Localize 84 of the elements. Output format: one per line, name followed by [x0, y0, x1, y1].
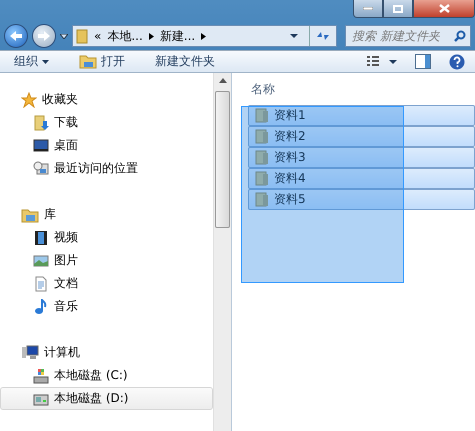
nav-item[interactable]: 最近访问的位置	[0, 157, 213, 180]
nav-item-label: 本地磁盘 (D:)	[54, 390, 128, 407]
column-header[interactable]: 名称	[251, 80, 275, 98]
toolbar-menu-button[interactable]: 组织	[10, 51, 53, 72]
search-field[interactable]: 搜索 新建文件夹	[345, 25, 471, 47]
minimize-icon	[363, 7, 373, 10]
search-icon	[454, 30, 466, 42]
film-icon	[33, 230, 49, 246]
breadcrumb-segment[interactable]: 本地...	[107, 28, 143, 44]
music-note-icon	[33, 298, 49, 314]
nav-group-item[interactable]: 计算机	[0, 341, 213, 364]
nav-item[interactable]: 图片	[0, 249, 213, 272]
star-icon	[21, 92, 37, 108]
folder-icon	[255, 150, 269, 165]
minimize-button[interactable]	[353, 0, 383, 18]
document-icon	[33, 276, 49, 292]
view-options-icon[interactable]	[367, 56, 397, 68]
folder-icon	[76, 28, 88, 44]
system-drive-icon	[33, 368, 49, 384]
maximize-button[interactable]	[383, 0, 413, 18]
nav-item-label: 桌面	[54, 137, 78, 154]
nav-item[interactable]: 文档	[0, 272, 213, 295]
back-arrow-icon	[9, 30, 23, 42]
nav-item-label: 文档	[54, 275, 78, 292]
nav-item[interactable]: 下载	[0, 111, 213, 134]
close-button[interactable]	[413, 0, 475, 18]
breadcrumb-segment[interactable]: 新建...	[160, 28, 196, 44]
folder-icon	[21, 206, 39, 222]
address-bar[interactable]: « 本地... 新建...	[72, 25, 337, 47]
caret-icon	[42, 60, 49, 64]
folder-icon	[255, 171, 269, 186]
nav-item-label: 最近访问的位置	[54, 160, 138, 177]
folder-icon	[79, 54, 97, 68]
file-name: 资料4	[274, 170, 306, 187]
download-folder-icon	[33, 114, 49, 130]
scrollbar-thumb[interactable]	[215, 91, 230, 228]
nav-item-label: 音乐	[54, 298, 78, 315]
nav-group-label: 库	[44, 206, 56, 223]
file-name: 资料1	[274, 107, 306, 124]
nav-item[interactable]: 本地磁盘 (C:)	[0, 364, 213, 387]
maximize-icon	[393, 4, 403, 12]
preview-pane-icon[interactable]	[415, 54, 431, 69]
forward-arrow-icon	[37, 30, 51, 42]
overflow-chevron[interactable]: «	[94, 29, 102, 43]
nav-item[interactable]: 桌面	[0, 134, 213, 157]
nav-item-label: 视频	[54, 229, 78, 246]
close-icon	[438, 4, 450, 13]
folder-icon	[255, 108, 269, 123]
scroll-up-arrow-icon[interactable]	[218, 78, 226, 83]
nav-item[interactable]: 音乐	[0, 295, 213, 318]
nav-group-item[interactable]: 库	[0, 203, 213, 226]
nav-item[interactable]: 本地磁盘 (D:)	[0, 387, 213, 410]
file-row[interactable]: 资料4	[248, 168, 475, 189]
desktop-icon	[33, 138, 49, 154]
computer-icon	[21, 344, 39, 360]
toolbar-button[interactable]: 新建文件夹	[151, 51, 219, 72]
folder-icon	[255, 129, 269, 144]
file-row[interactable]: 资料1	[248, 105, 475, 126]
history-caret-icon[interactable]	[60, 34, 68, 38]
chevron-icon[interactable]	[201, 32, 206, 40]
chevron-icon[interactable]	[148, 32, 154, 40]
nav-item[interactable]: 视频	[0, 226, 213, 249]
file-row[interactable]: 资料3	[248, 147, 475, 168]
nav-group-item[interactable]: 收藏夹	[0, 88, 213, 111]
file-name: 资料5	[274, 191, 306, 208]
help-icon[interactable]	[449, 54, 465, 70]
dropdown-caret-icon[interactable]	[290, 34, 298, 38]
recent-places-icon	[33, 160, 49, 176]
image-icon	[33, 252, 49, 268]
refresh-icon[interactable]	[316, 30, 330, 42]
file-name: 资料3	[274, 149, 306, 166]
back-button[interactable]	[4, 24, 28, 48]
nav-group-label: 计算机	[44, 344, 80, 361]
nav-item-label: 图片	[54, 252, 78, 269]
file-row[interactable]: 资料5	[248, 189, 475, 210]
nav-item-label: 本地磁盘 (C:)	[54, 367, 128, 384]
nav-group-label: 收藏夹	[42, 91, 78, 108]
toolbar-button[interactable]: 打开	[75, 51, 129, 72]
file-name: 资料2	[274, 128, 306, 145]
folder-icon	[255, 192, 269, 207]
nav-item-label: 下载	[54, 114, 78, 131]
file-row[interactable]: 资料2	[248, 126, 475, 147]
scrollbar[interactable]	[213, 73, 231, 431]
forward-button[interactable]	[32, 24, 56, 48]
